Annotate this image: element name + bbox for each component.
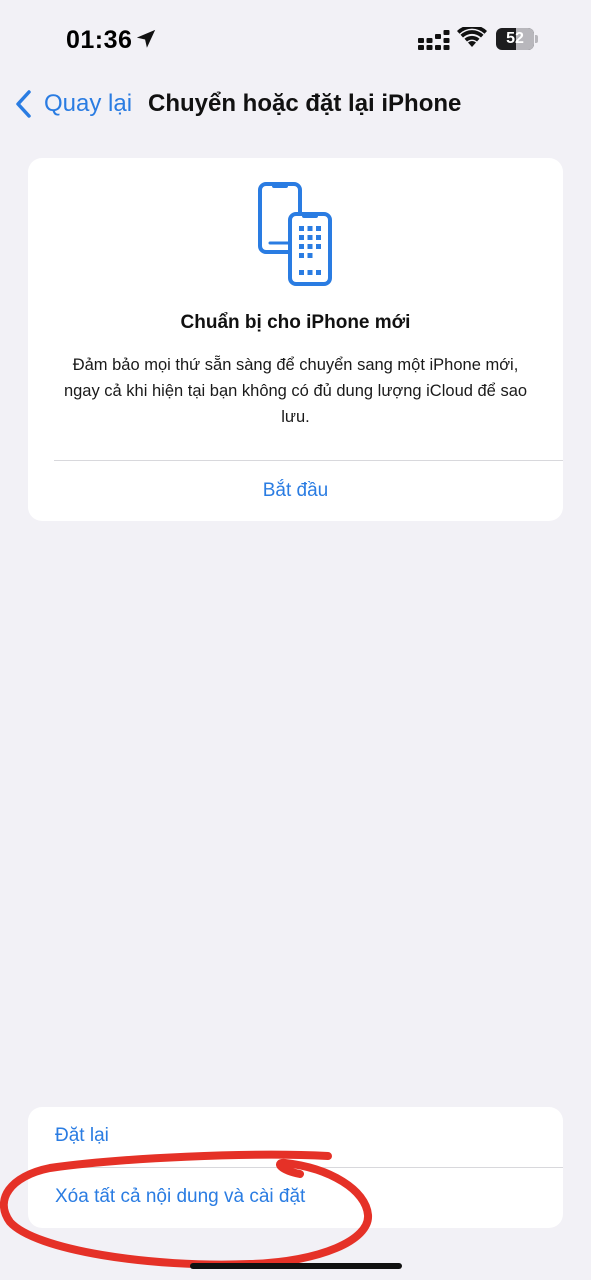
battery-icon: 52 [496,28,538,50]
back-label: Quay lại [44,90,133,117]
status-bar: 01:36 52 [0,0,591,80]
card-title: Chuẩn bị cho iPhone mới [180,312,411,333]
reset-row[interactable]: Đặt lại [28,1107,563,1167]
prepare-new-iphone-card: Chuẩn bị cho iPhone mới Đảm bảo mọi thứ … [28,158,563,521]
battery-percent: 52 [506,30,524,47]
back-button[interactable]: Quay lại [14,86,132,122]
back-chevron-icon [16,90,31,118]
page-title: Chuyển hoặc đặt lại iPhone [148,90,462,117]
cellular-signal-icon [418,30,450,50]
home-indicator[interactable] [190,1263,402,1269]
battery-cap [535,35,538,43]
settings-screen: 01:36 52 Quay lại Chuyển hoặc đặt lại iP… [0,0,591,1280]
two-iphones-icon [258,182,332,286]
status-time: 01:36 [66,26,133,54]
location-arrow-icon [136,29,156,48]
erase-all-content-row[interactable]: Xóa tất cả nội dung và cài đặt [28,1168,563,1228]
reset-options-list: Đặt lại Xóa tất cả nội dung và cài đặt [28,1107,563,1228]
reset-label: Đặt lại [55,1125,109,1146]
battery-body: 52 [496,28,534,50]
card-description: Đảm bảo mọi thứ sẵn sàng để chuyển sang … [63,356,528,426]
erase-all-content-label: Xóa tất cả nội dung và cài đặt [55,1186,306,1207]
get-started-button[interactable]: Bắt đầu [28,461,563,521]
wifi-icon [457,27,487,47]
